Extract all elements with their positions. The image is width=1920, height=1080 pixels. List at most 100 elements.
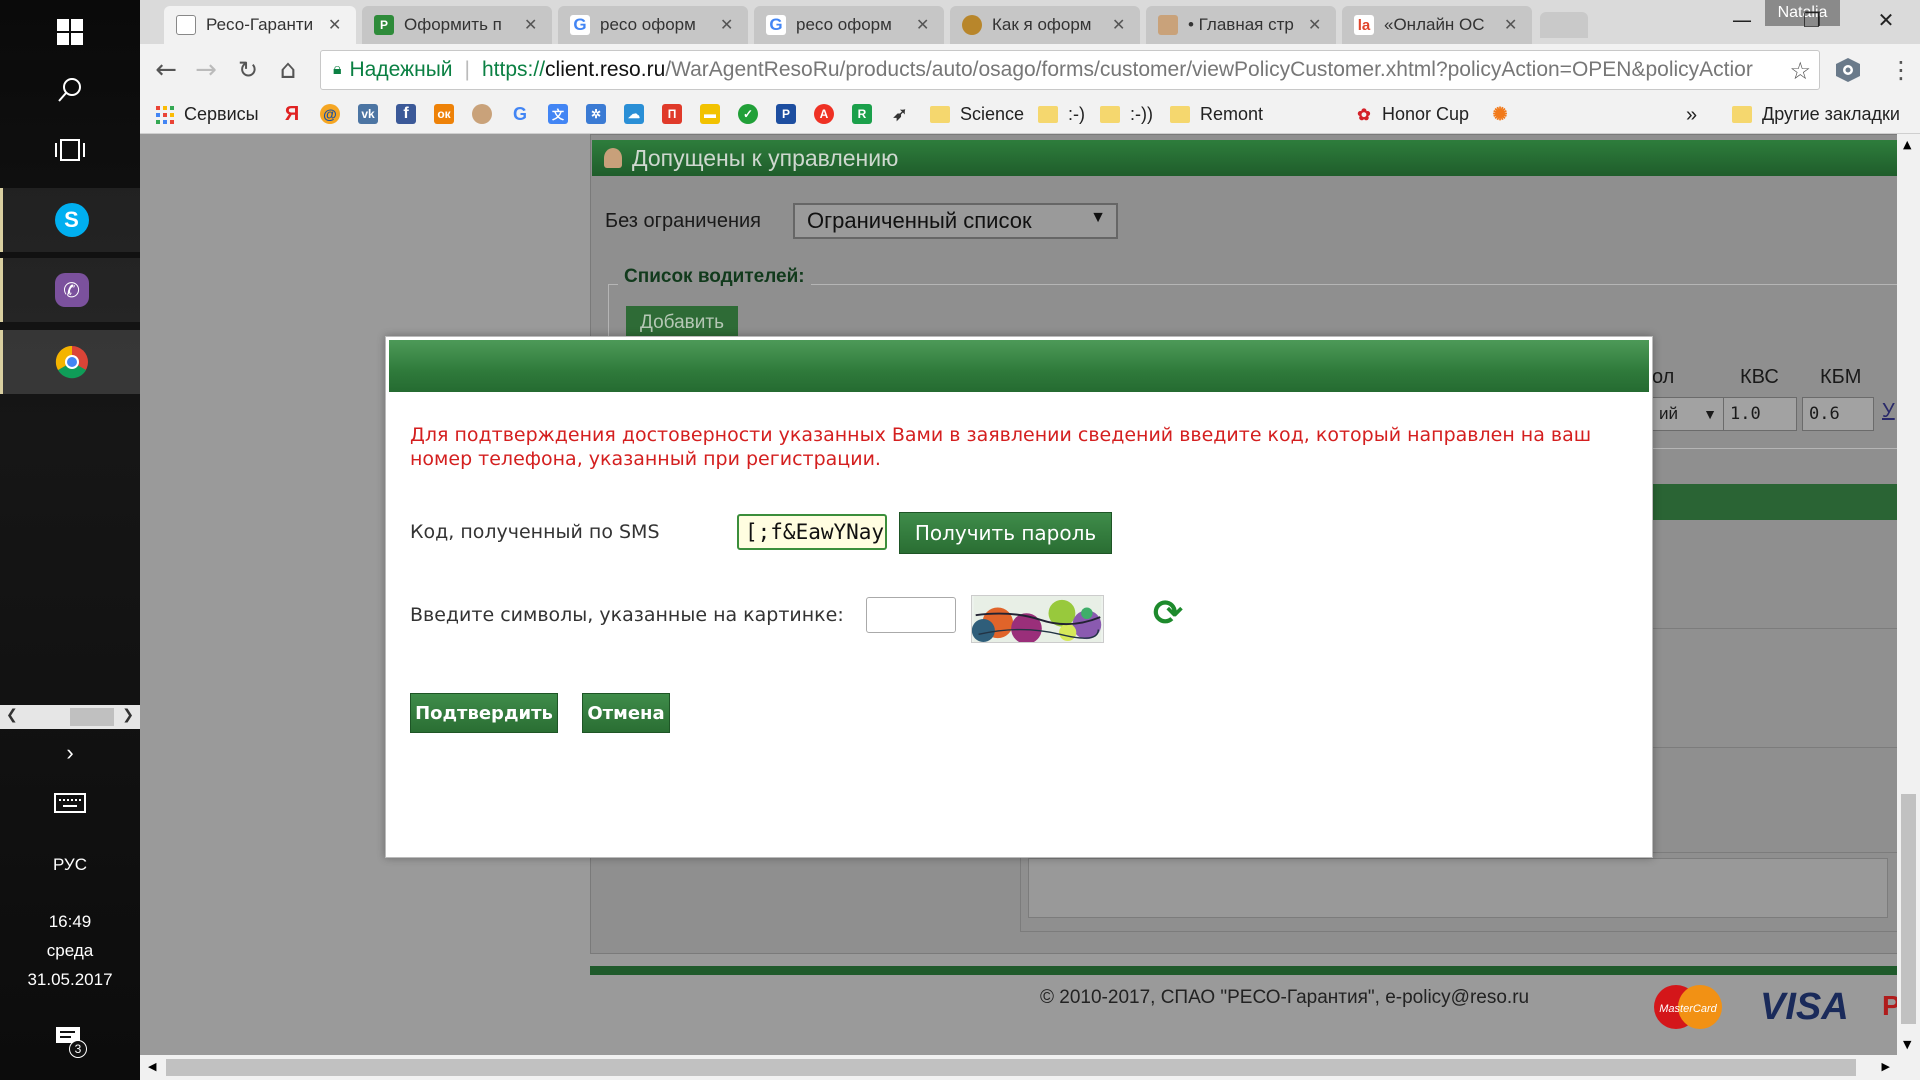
- tab-onlain-osago[interactable]: la «Онлайн ОС ✕: [1342, 6, 1532, 44]
- sms-code-input[interactable]: [;f&EawYNay: [737, 514, 887, 550]
- bookmark-google[interactable]: G: [510, 104, 530, 124]
- scroll-up-icon[interactable]: ▲: [1903, 138, 1911, 151]
- clock-date[interactable]: 31.05.2017: [0, 970, 140, 990]
- page-vertical-scrollbar[interactable]: ▲ ▼: [1897, 134, 1920, 1055]
- yandex-icon: Я: [284, 102, 300, 125]
- mastercard-logo-text: MasterCard: [1659, 1003, 1717, 1015]
- tab-google-search-2[interactable]: G ресо оформ ✕: [754, 6, 944, 44]
- clock-time[interactable]: 16:49: [0, 912, 140, 932]
- bookmark-red[interactable]: П: [662, 104, 682, 124]
- show-hidden-icons-chevron-icon[interactable]: ›: [0, 740, 140, 766]
- bookmark-sberbank[interactable]: ✓: [738, 104, 758, 124]
- cancel-button[interactable]: Отмена: [582, 693, 670, 733]
- reso-icon: Р: [374, 15, 394, 35]
- refresh-captcha-icon[interactable]: ⟳: [1146, 591, 1190, 635]
- vertical-scroll-thumb[interactable]: [1901, 794, 1916, 1024]
- scroll-left-icon[interactable]: ◀: [148, 1060, 156, 1073]
- cloud-icon: ☁: [624, 104, 644, 124]
- search-button[interactable]: [0, 58, 140, 122]
- touch-keyboard-button[interactable]: [0, 780, 140, 826]
- extension-eye-icon[interactable]: [1832, 54, 1864, 86]
- get-password-button[interactable]: Получить пароль: [899, 512, 1112, 554]
- bookmark-odnoklassniki[interactable]: ок: [434, 104, 454, 124]
- horizontal-scroll-thumb[interactable]: [166, 1059, 1856, 1076]
- chrome-taskbar-button[interactable]: [0, 330, 140, 394]
- bookmark-avatar[interactable]: [472, 104, 492, 124]
- bookmark-folder-remont[interactable]: Remont: [1170, 104, 1263, 125]
- bookmark-fire[interactable]: ✺: [1490, 104, 1510, 124]
- scroll-down-icon[interactable]: ▼: [1903, 1038, 1911, 1051]
- menu-icon[interactable]: ⋮: [1885, 54, 1917, 86]
- tab-title: ресо оформ: [600, 15, 696, 34]
- back-arrow-icon[interactable]: ←: [150, 54, 182, 86]
- bookmark-rocket[interactable]: ➶: [890, 104, 910, 124]
- scroll-right-icon[interactable]: ▶: [1882, 1060, 1890, 1073]
- dropdown-arrow-icon: ▼: [1090, 209, 1106, 226]
- bookmark-cloud[interactable]: ☁: [624, 104, 644, 124]
- close-tab-icon[interactable]: ✕: [1112, 15, 1128, 35]
- kbm-input[interactable]: 0.6: [1802, 397, 1874, 431]
- add-driver-button[interactable]: Добавить: [626, 306, 738, 340]
- bookmark-translate[interactable]: 文: [548, 104, 568, 124]
- scroll-right-icon[interactable]: ❯: [122, 707, 134, 723]
- page-horizontal-scrollbar[interactable]: ◀ ▶: [140, 1055, 1920, 1080]
- bookmark-puzzle[interactable]: ✲: [586, 104, 606, 124]
- viber-taskbar-button[interactable]: ✆: [0, 258, 140, 322]
- tab-glavnaya[interactable]: • Главная стр ✕: [1146, 6, 1336, 44]
- close-tab-icon[interactable]: ✕: [916, 15, 932, 35]
- dialog-title-bar[interactable]: [389, 340, 1649, 392]
- input-language[interactable]: РУС: [0, 855, 140, 875]
- close-tab-icon[interactable]: ✕: [1504, 15, 1520, 35]
- restore-icon[interactable]: ❐: [1788, 6, 1836, 34]
- close-tab-icon[interactable]: ✕: [720, 15, 736, 35]
- bookmark-bank[interactable]: Р: [776, 104, 796, 124]
- rocket-icon: ➶: [892, 103, 908, 124]
- bookmark-vk[interactable]: vk: [358, 104, 378, 124]
- bookmark-yandex[interactable]: Я: [282, 102, 302, 125]
- close-window-icon[interactable]: ✕: [1862, 6, 1910, 34]
- clock-weekday[interactable]: среда: [0, 941, 140, 961]
- action-center-button[interactable]: 3: [0, 1016, 140, 1066]
- reload-icon[interactable]: ↻: [232, 54, 264, 86]
- bookmark-star-icon[interactable]: ☆: [1783, 57, 1811, 86]
- forward-arrow-icon[interactable]: →: [190, 54, 222, 86]
- restriction-label: Без ограничения: [605, 210, 762, 232]
- bookmark-apps[interactable]: Сервисы: [156, 104, 259, 125]
- address-bar[interactable]: 🔒︎ Надежный | https:// client.reso.ru /W…: [320, 50, 1820, 90]
- bookmark-alfa[interactable]: А: [814, 104, 834, 124]
- tab-reso-garantia[interactable]: Ресо-Гаранти ✕: [164, 6, 356, 44]
- taskbar-scrollbar[interactable]: ❮ ❯: [0, 705, 140, 729]
- confirm-button[interactable]: Подтвердить: [410, 693, 558, 733]
- sms-code-label: Код, полученный по SMS: [410, 521, 660, 543]
- restriction-select[interactable]: Ограниченный список ▼: [793, 203, 1118, 239]
- minimize-icon[interactable]: —: [1718, 6, 1766, 34]
- bookmark-folder-smile[interactable]: :-): [1038, 104, 1085, 125]
- bookmark-folder-science[interactable]: Science: [930, 104, 1024, 125]
- bookmark-folder-smile2[interactable]: :-)): [1100, 104, 1153, 125]
- url-path: /WarAgentResoRu/products/auto/osago/form…: [665, 58, 1753, 81]
- scroll-left-icon[interactable]: ❮: [6, 707, 18, 723]
- driver-gender-select[interactable]: ий ▼: [1652, 397, 1724, 431]
- new-tab-button[interactable]: [1540, 12, 1588, 38]
- bookmark-mail[interactable]: @: [320, 104, 340, 124]
- task-view-button[interactable]: [0, 118, 140, 182]
- captcha-input[interactable]: [866, 597, 956, 633]
- tab-oformit[interactable]: Р Оформить п ✕: [362, 6, 552, 44]
- bookmark-other[interactable]: Другие закладки: [1732, 104, 1900, 125]
- tab-kak-ya-oformil[interactable]: Как я оформ ✕: [950, 6, 1140, 44]
- scroll-thumb[interactable]: [70, 708, 114, 726]
- close-tab-icon[interactable]: ✕: [524, 15, 540, 35]
- skype-taskbar-button[interactable]: S: [0, 188, 140, 252]
- bookmark-r[interactable]: R: [852, 104, 872, 124]
- delete-link-partial[interactable]: У: [1882, 400, 1895, 423]
- home-icon[interactable]: ⌂: [272, 54, 304, 86]
- bookmarks-overflow-chevron[interactable]: »: [1686, 104, 1697, 127]
- kvs-input[interactable]: 1.0: [1723, 397, 1797, 431]
- close-tab-icon[interactable]: ✕: [328, 15, 344, 35]
- close-tab-icon[interactable]: ✕: [1308, 15, 1324, 35]
- windows-start-button[interactable]: [0, 0, 140, 64]
- bookmark-card[interactable]: ▬: [700, 104, 720, 124]
- bookmark-honor-cup[interactable]: ✿ Honor Cup: [1354, 104, 1469, 125]
- bookmark-facebook[interactable]: f: [396, 104, 416, 124]
- tab-google-search-1[interactable]: G ресо оформ ✕: [558, 6, 748, 44]
